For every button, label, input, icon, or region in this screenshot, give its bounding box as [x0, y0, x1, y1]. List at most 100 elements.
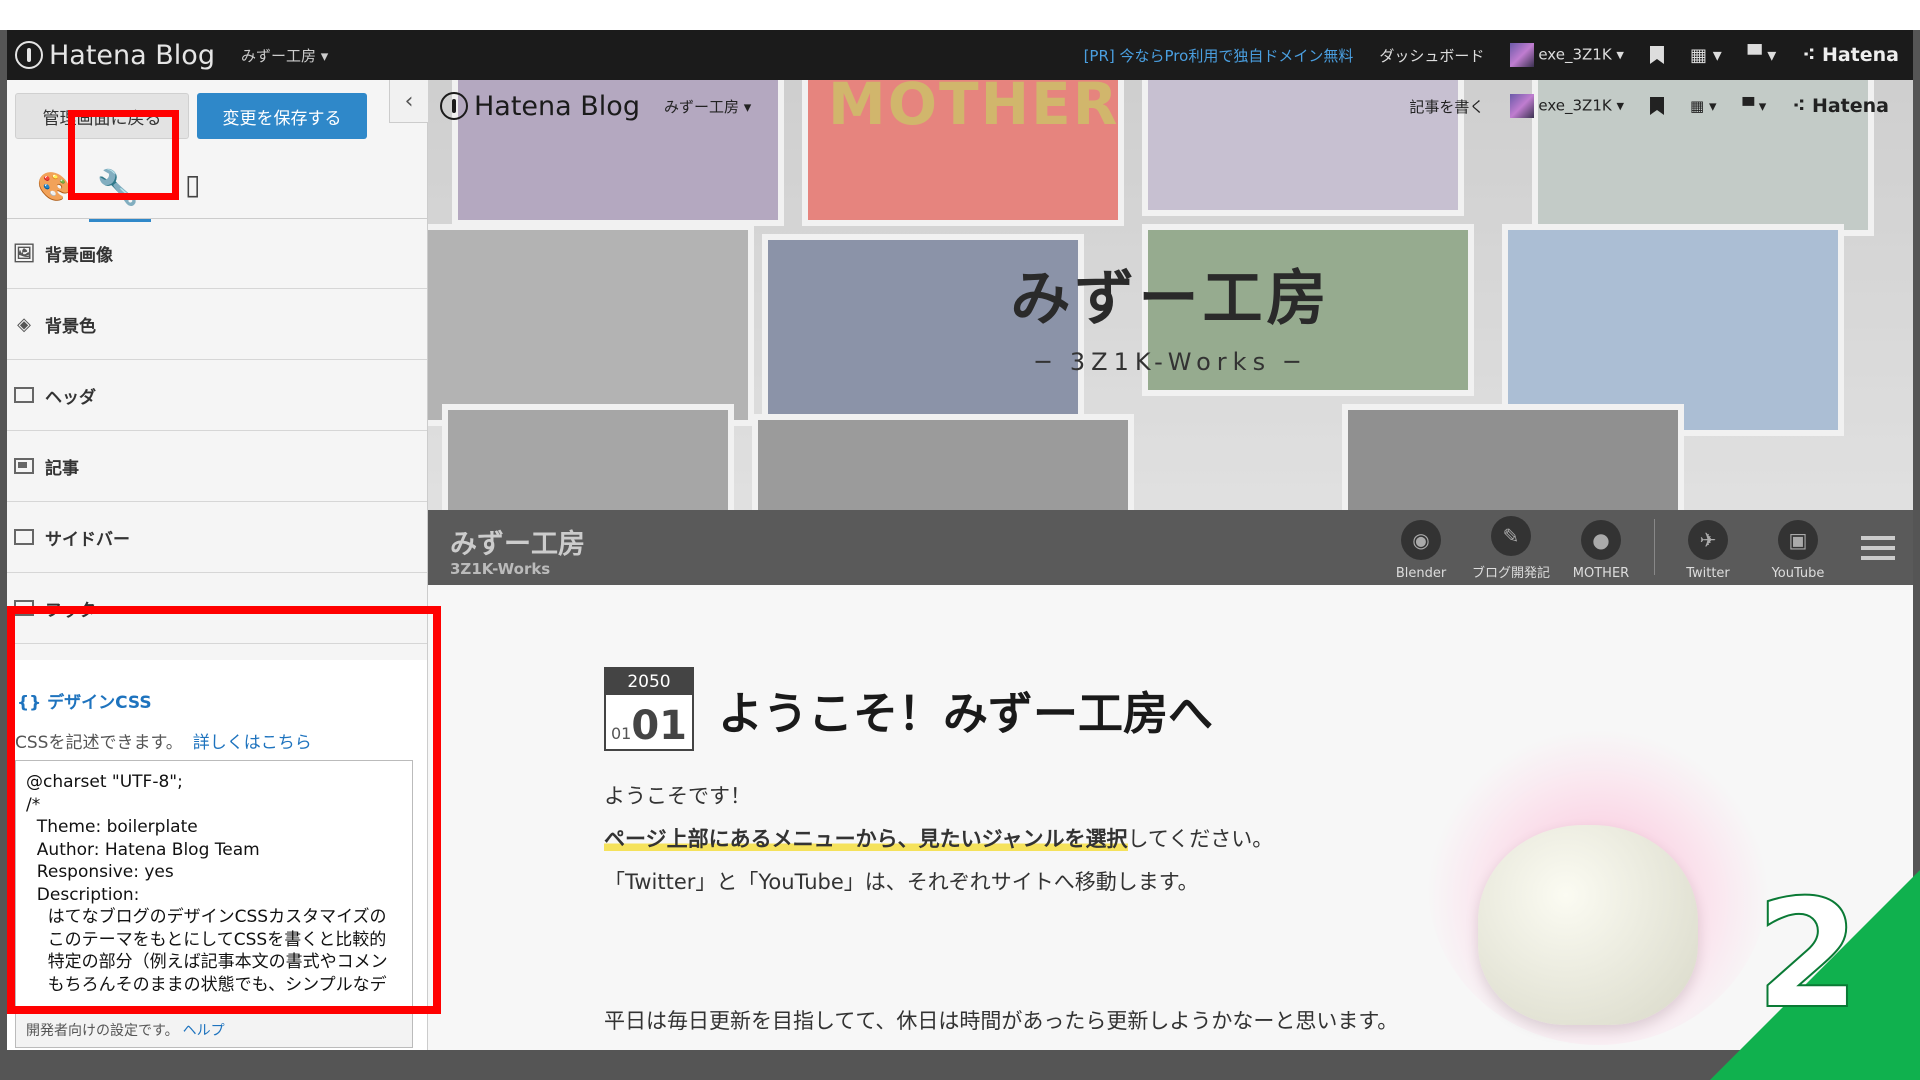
- save-changes-button[interactable]: 変更を保存する: [197, 93, 367, 139]
- date-day: 01: [631, 703, 688, 749]
- article-title[interactable]: ようこそ！みずー工房へ: [718, 677, 1213, 742]
- article-paragraph: 「Twitter」と「YouTube」は、それぞれサイトへ移動します。: [604, 870, 1199, 894]
- image-icon: 🖼: [12, 242, 36, 264]
- notification-icon[interactable]: ▀ ▾: [1748, 45, 1777, 66]
- menu-item-sidebar[interactable]: サイドバー: [7, 502, 427, 573]
- collapse-panel-button[interactable]: ‹: [389, 80, 428, 123]
- screenshot-frame: Hatena Blog みずー工房 ▾ [PR] 今ならPro利用で独自ドメイン…: [0, 0, 1920, 1080]
- twitter-icon: ✈: [1688, 520, 1728, 560]
- hatena-blog-icon: [15, 41, 43, 69]
- bookmark-icon[interactable]: [1650, 97, 1665, 115]
- nav-label: Blender: [1395, 566, 1447, 581]
- article-paragraph: ようこそです！: [604, 784, 751, 808]
- nav-label: Twitter: [1686, 566, 1730, 581]
- menu-label: 記事: [45, 458, 79, 479]
- date-year: 2050: [606, 669, 692, 695]
- browser-viewport: Hatena Blog みずー工房 ▾ [PR] 今ならPro利用で独自ドメイン…: [7, 30, 1913, 1050]
- paragraph-text: してください。: [1127, 827, 1274, 851]
- user-menu[interactable]: exe_3Z1K ▾: [1510, 43, 1624, 67]
- menu-item-background-color[interactable]: ◈ 背景色: [7, 289, 427, 360]
- hamburger-menu-button[interactable]: [1843, 510, 1913, 585]
- paint-bucket-icon: ◈: [17, 313, 31, 335]
- dashboard-link[interactable]: ダッシュボード: [1379, 45, 1484, 66]
- youtube-icon: ▣: [1778, 520, 1818, 560]
- css-footer-text: 開発者向けの設定です。: [26, 1022, 179, 1039]
- mascot-image: [1478, 825, 1698, 1025]
- nav-item-blender[interactable]: ◉ Blender: [1376, 510, 1466, 585]
- apps-grid-icon[interactable]: ▦ ▾: [1690, 97, 1716, 115]
- blender-icon: ◉: [1401, 520, 1441, 560]
- hatena-brand-link[interactable]: ⁖ Hatena: [1792, 95, 1889, 117]
- brand-text: Hatena: [1811, 95, 1889, 117]
- hatena-blog-icon: [440, 92, 468, 120]
- annotation-highlight-design-css: [7, 606, 441, 1014]
- nav-blog-subtitle: 3Z1K-Works: [450, 560, 551, 578]
- blog-category-nav: みずー工房 3Z1K-Works ◉ Blender ✎ ブログ開発記 ● MOTHE…: [428, 510, 1913, 585]
- hatena-blog-logo[interactable]: Hatena Blog: [15, 40, 215, 71]
- user-name: exe_3Z1K: [1538, 45, 1612, 64]
- brand-text: Hatena: [1821, 44, 1899, 66]
- notification-icon[interactable]: ▀ ▾: [1743, 97, 1767, 115]
- article-paragraph: 平日は毎日更新を目指してて、休日は時間があったら更新しようかなーと思います。: [604, 1009, 1399, 1033]
- nav-label: YouTube: [1771, 566, 1825, 581]
- preview-blog-switcher[interactable]: みずー工房 ▾: [664, 96, 751, 117]
- devlog-icon: ✎: [1491, 516, 1531, 556]
- avatar: [1510, 94, 1535, 118]
- menu-label: サイドバー: [45, 529, 130, 550]
- nav-label: MOTHER: [1572, 566, 1630, 581]
- hatena-brand-link[interactable]: ⁖ Hatena: [1802, 44, 1899, 66]
- logo-text: Hatena Blog: [474, 90, 640, 122]
- smartphone-icon[interactable]: ▯: [185, 168, 200, 201]
- nav-item-dev-log[interactable]: ✎ ブログ開発記: [1466, 510, 1556, 585]
- menu-item-background-image[interactable]: 🖼 背景画像: [7, 218, 427, 289]
- menu-label: 背景画像: [45, 245, 113, 266]
- preview-user-menu[interactable]: exe_3Z1K ▾: [1510, 94, 1624, 118]
- blog-subtitle: ─ 3Z1K-Works ─: [1035, 348, 1306, 376]
- date-month: 01: [610, 724, 632, 743]
- nav-item-mother[interactable]: ● MOTHER: [1556, 510, 1646, 585]
- customize-menu: 🖼 背景画像 ◈ 背景色 ヘッダ 記事 サイドバー フッタ: [7, 218, 427, 644]
- article-area: 2050 01 01 ようこそ！みずー工房へ ようこそです！ ページ上部にあるメニ…: [428, 585, 1913, 1050]
- article-layout-icon: [13, 458, 35, 474]
- css-editor-footer: 開発者向けの設定です。 ヘルプ: [16, 1011, 412, 1047]
- nav-item-twitter[interactable]: ✈ Twitter: [1663, 510, 1753, 585]
- annotation-highlight-customize-tab: [68, 110, 179, 200]
- bookmark-icon[interactable]: [1649, 46, 1664, 64]
- preview-navbar: Hatena Blog みずー工房 ▾ 記事を書く exe_3Z1K ▾ ▦ ▾…: [428, 80, 1913, 132]
- pr-link[interactable]: [PR] 今ならPro利用で独自ドメイン無料: [1084, 45, 1354, 66]
- nav-item-youtube[interactable]: ▣ YouTube: [1753, 510, 1843, 585]
- logo-text: Hatena Blog: [49, 39, 215, 71]
- css-help-link[interactable]: ヘルプ: [183, 1020, 225, 1040]
- article-paragraph: ページ上部にあるメニューから、見たいジャンルを選択してください。: [604, 823, 1273, 853]
- nav-items: ◉ Blender ✎ ブログ開発記 ● MOTHER ✈ Twitter ▣ YouTu…: [1376, 510, 1913, 585]
- nav-separator: [1654, 519, 1655, 575]
- global-navbar: Hatena Blog みずー工房 ▾ [PR] 今ならPro利用で独自ドメイン…: [7, 30, 1913, 80]
- article-date: 2050 01 01: [604, 667, 694, 751]
- avatar: [1510, 43, 1535, 67]
- blog-switcher[interactable]: みずー工房 ▾: [241, 45, 328, 66]
- palette-icon[interactable]: 🎨: [37, 170, 72, 203]
- earth-icon: ●: [1581, 520, 1621, 560]
- user-name: exe_3Z1K: [1538, 96, 1612, 115]
- preview-navbar-right: 記事を書く exe_3Z1K ▾ ▦ ▾ ▀ ▾ ⁖ Hatena: [1409, 94, 1889, 118]
- date-month-day: 01 01: [606, 695, 692, 749]
- blog-title[interactable]: みずー工房: [428, 250, 1913, 337]
- blog-name: みずー工房: [240, 46, 316, 65]
- preview-hatena-blog-logo[interactable]: Hatena Blog: [440, 91, 640, 122]
- hamburger-icon: [1861, 535, 1895, 560]
- blog-preview: MOTHER Hatena Blog みずー工房 ▾ 記事を書く exe_3Z1…: [428, 80, 1913, 1050]
- nav-blog-title[interactable]: みずー工房: [450, 522, 585, 561]
- highlighted-text: ページ上部にあるメニューから、見たいジャンルを選択: [604, 827, 1128, 851]
- step-number: 2: [1755, 867, 1861, 1043]
- global-navbar-right: [PR] 今ならPro利用で独自ドメイン無料 ダッシュボード exe_3Z1K …: [1084, 43, 1899, 67]
- sidebar-layout-icon: [13, 529, 35, 545]
- menu-label: 背景色: [45, 316, 96, 337]
- menu-item-article[interactable]: 記事: [7, 431, 427, 502]
- nav-label: ブログ開発記: [1471, 566, 1550, 581]
- blog-name: みずー工房: [663, 97, 739, 116]
- write-article-link[interactable]: 記事を書く: [1409, 96, 1484, 117]
- apps-grid-icon[interactable]: ▦ ▾: [1690, 45, 1722, 66]
- menu-item-header[interactable]: ヘッダ: [7, 360, 427, 431]
- top-strip: [0, 0, 1920, 30]
- menu-label: ヘッダ: [45, 387, 96, 408]
